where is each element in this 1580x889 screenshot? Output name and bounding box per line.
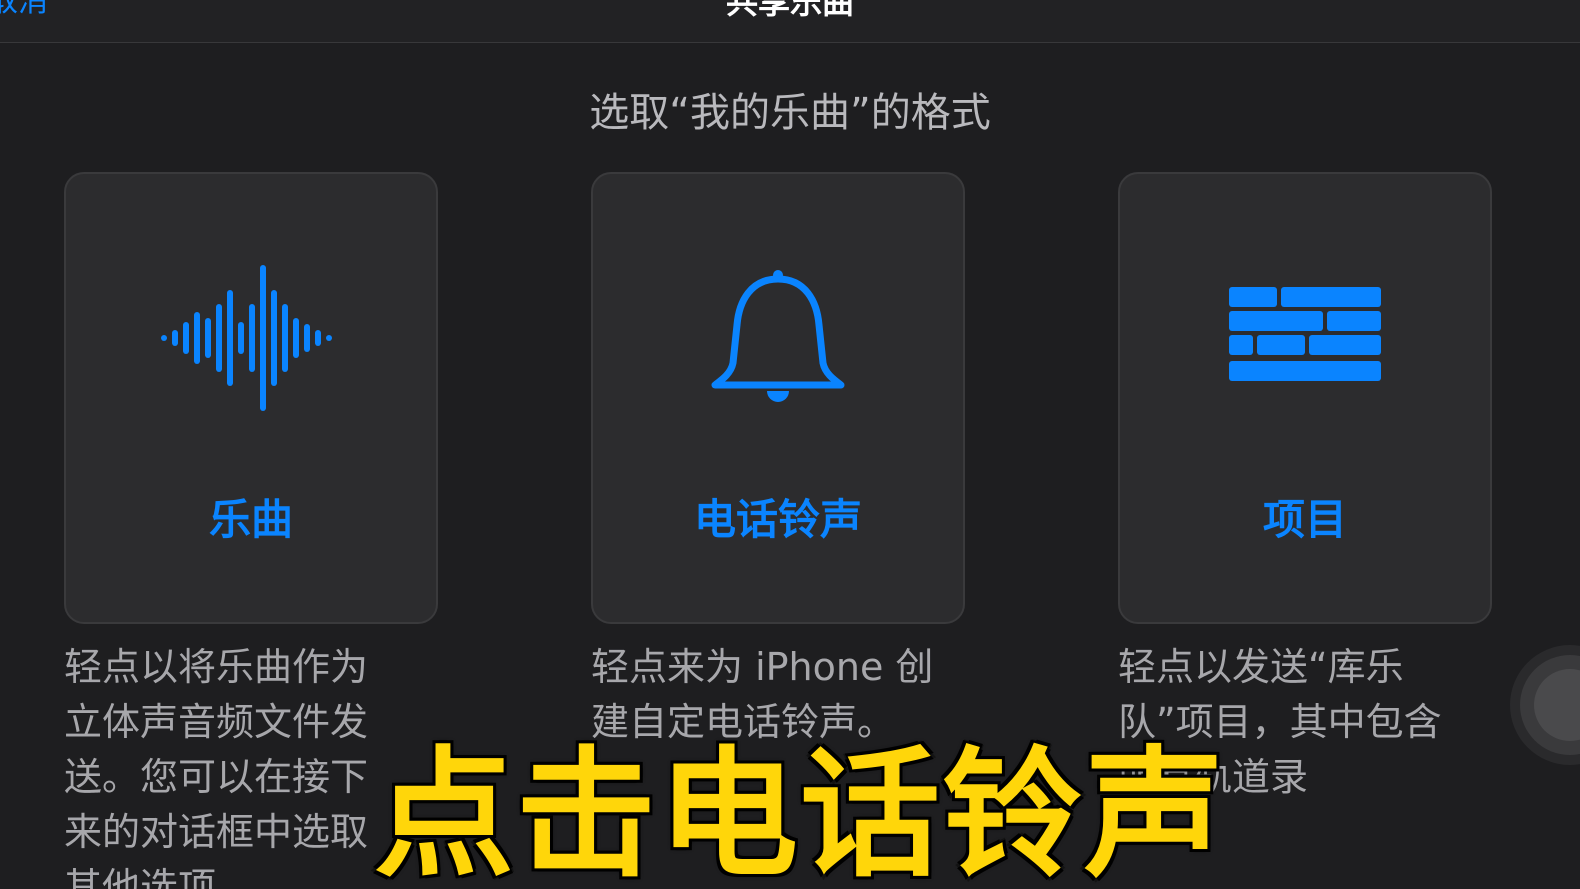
nav-title: 共享乐曲 [725, 0, 854, 21]
waveform-icon [66, 258, 436, 418]
option-song-label: 乐曲 [208, 495, 293, 544]
share-song-screen: 取消 共享乐曲 选取“我的乐曲”的格式 [0, 0, 1580, 889]
navigation-bar: 取消 共享乐曲 [0, 0, 1580, 43]
option-ringtone-label: 电话铃声 [693, 495, 862, 544]
option-project-card[interactable]: 项目 [1118, 172, 1492, 624]
assistive-touch-inner [1534, 669, 1580, 741]
option-project-label: 项目 [1262, 495, 1347, 544]
format-prompt: 选取“我的乐曲”的格式 [589, 90, 991, 136]
video-caption-overlay: 点击电话铃声 [371, 733, 1227, 889]
option-song-card[interactable]: 乐曲 [64, 172, 438, 624]
project-blocks-icon [1120, 258, 1490, 418]
bell-icon [593, 258, 963, 418]
assistive-touch-button[interactable] [1520, 655, 1580, 755]
option-ringtone-card[interactable]: 电话铃声 [591, 172, 965, 624]
